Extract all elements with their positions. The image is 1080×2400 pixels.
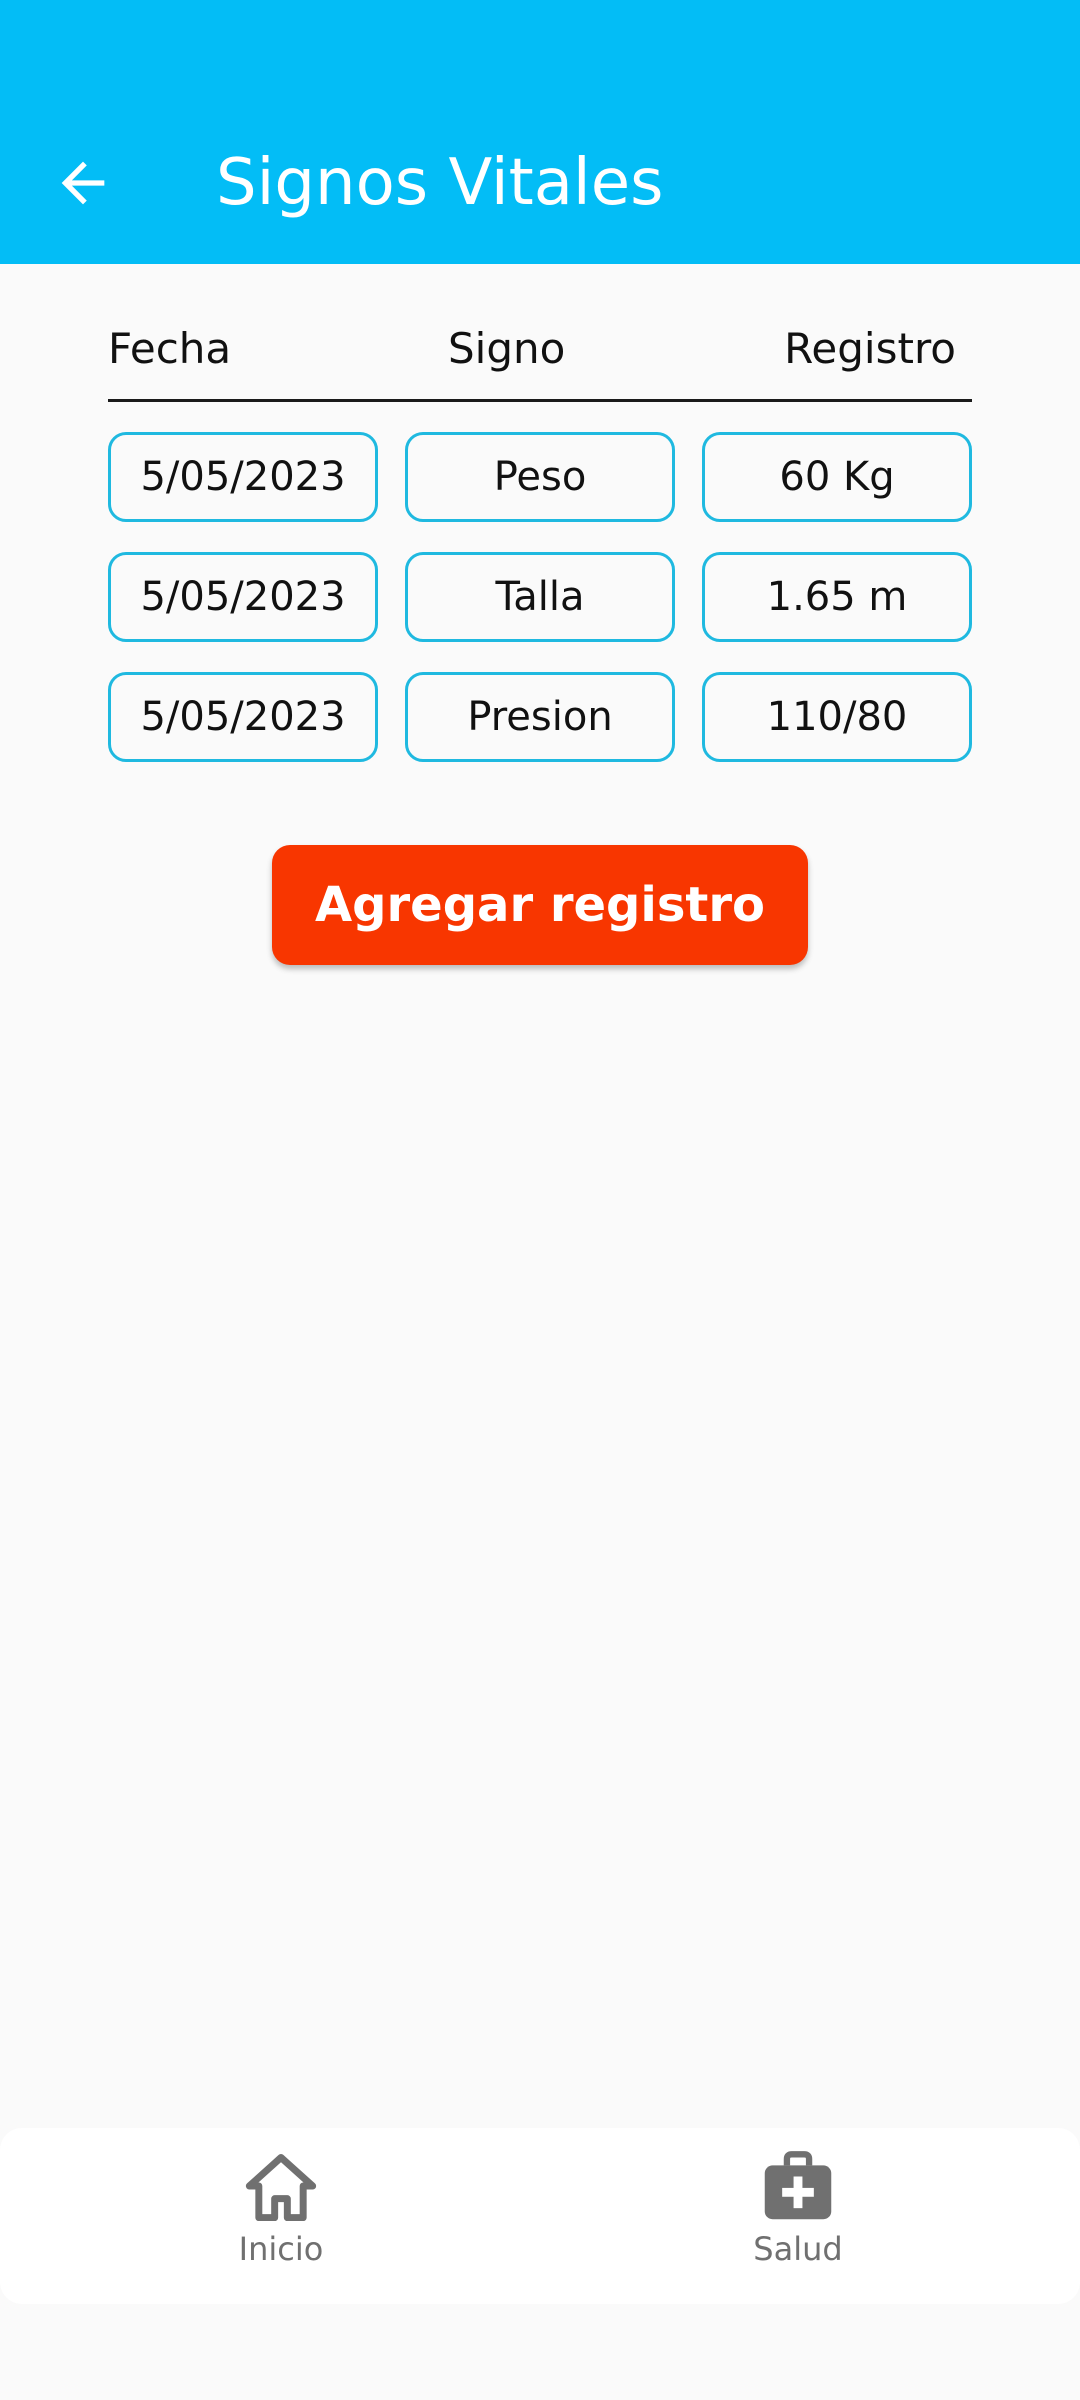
vital-signs-table: Fecha Signo Registro 5/05/2023 Peso 60 K… bbox=[108, 310, 972, 762]
date-cell[interactable]: 5/05/2023 bbox=[108, 432, 378, 522]
table-row: 5/05/2023 Presion 110/80 bbox=[108, 672, 972, 762]
medical-kit-icon bbox=[756, 2148, 840, 2224]
date-cell[interactable]: 5/05/2023 bbox=[108, 672, 378, 762]
column-header-fecha: Fecha bbox=[108, 324, 232, 373]
column-header-signo: Signo bbox=[448, 324, 566, 373]
table-row: 5/05/2023 Talla 1.65 m bbox=[108, 552, 972, 642]
nav-label-salud: Salud bbox=[753, 2230, 843, 2268]
value-cell[interactable]: 60 Kg bbox=[702, 432, 972, 522]
date-cell[interactable]: 5/05/2023 bbox=[108, 552, 378, 642]
nav-item-inicio[interactable]: Inicio bbox=[181, 2148, 381, 2288]
nav-label-inicio: Inicio bbox=[238, 2230, 324, 2268]
arrow-left-icon bbox=[61, 161, 105, 205]
back-button[interactable] bbox=[40, 140, 126, 226]
page-title: Signos Vitales bbox=[216, 146, 664, 220]
add-record-button[interactable]: Agregar registro bbox=[272, 845, 808, 965]
table-row: 5/05/2023 Peso 60 Kg bbox=[108, 432, 972, 522]
app-bar: Signos Vitales bbox=[0, 0, 1080, 264]
home-icon bbox=[239, 2148, 323, 2224]
sign-cell[interactable]: Peso bbox=[405, 432, 675, 522]
value-cell[interactable]: 110/80 bbox=[702, 672, 972, 762]
sign-cell[interactable]: Presion bbox=[405, 672, 675, 762]
column-header-registro: Registro bbox=[784, 324, 956, 373]
sign-cell[interactable]: Talla bbox=[405, 552, 675, 642]
nav-item-salud[interactable]: Salud bbox=[698, 2148, 898, 2288]
bottom-navigation: Inicio Salud bbox=[0, 2128, 1080, 2304]
table-header: Fecha Signo Registro bbox=[108, 310, 972, 402]
value-cell[interactable]: 1.65 m bbox=[702, 552, 972, 642]
